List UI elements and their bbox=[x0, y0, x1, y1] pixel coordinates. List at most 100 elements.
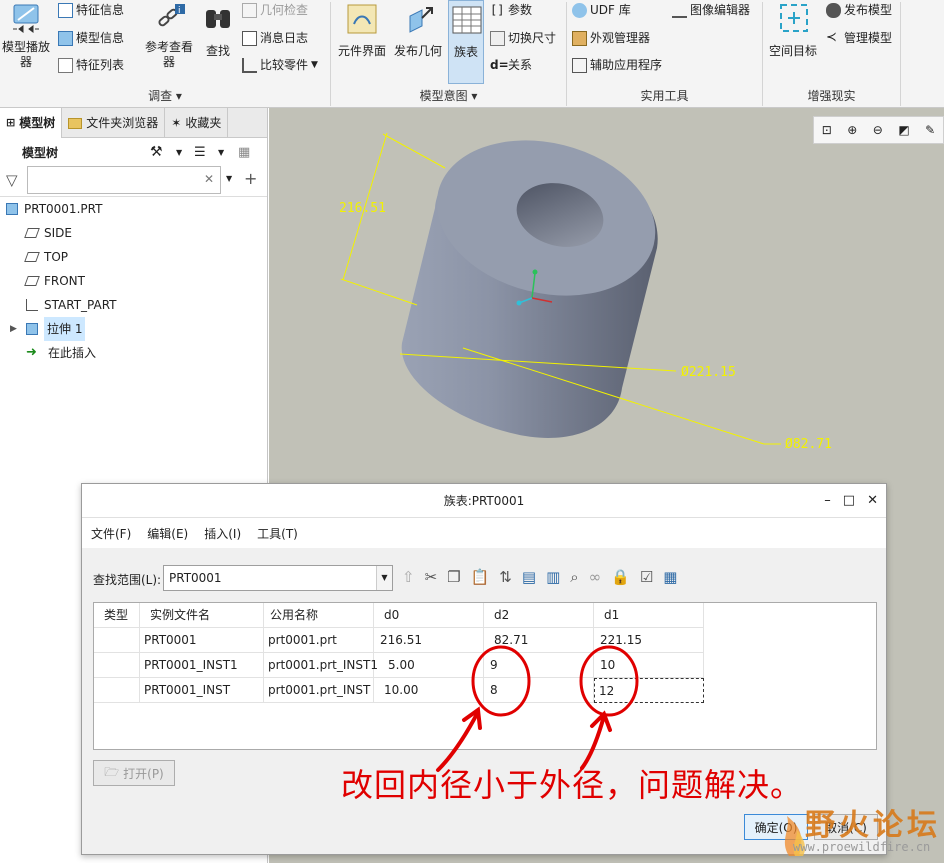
tree-filter-input[interactable] bbox=[27, 166, 221, 194]
model-info-button[interactable]: 模型信息 bbox=[58, 29, 124, 47]
message-log-icon bbox=[242, 30, 257, 46]
lock-icon[interactable]: 🔒 bbox=[611, 568, 630, 586]
appearance-manager-button[interactable]: 外观管理器 bbox=[572, 29, 650, 47]
up-level-icon[interactable]: ⇧ bbox=[402, 568, 415, 586]
tab-favorites[interactable]: ✶ 收藏夹 bbox=[165, 108, 229, 138]
glasses-icon[interactable]: ∞ bbox=[589, 568, 602, 586]
auxiliary-apps-button[interactable]: 辅助应用程序 bbox=[572, 56, 662, 74]
chevron-down-icon[interactable]: ▼ bbox=[226, 174, 232, 183]
tools-icon[interactable]: ⚒ bbox=[150, 144, 163, 160]
add-icon[interactable]: + bbox=[244, 169, 257, 188]
minimize-icon[interactable]: – bbox=[824, 484, 831, 518]
scope-select[interactable]: PRT0001 ▼ bbox=[163, 565, 393, 591]
maximize-icon[interactable]: □ bbox=[843, 484, 855, 518]
table-cell[interactable] bbox=[94, 653, 140, 678]
table-cell-editing[interactable]: 12 bbox=[594, 678, 704, 703]
column-header-type[interactable]: 类型 bbox=[94, 603, 140, 628]
dimension-inner-diameter[interactable]: Ø82.71 bbox=[785, 437, 832, 452]
tree-item-extrude[interactable]: ▶ 拉伸 1 bbox=[0, 317, 267, 341]
compare-parts-icon bbox=[242, 57, 257, 73]
table-cell[interactable]: PRT0001 bbox=[140, 628, 264, 653]
expand-arrow-icon[interactable]: ▶ bbox=[10, 317, 26, 341]
image-editor-button[interactable]: 图像编辑器 bbox=[672, 1, 750, 19]
publish-model-button[interactable]: 发布模型 bbox=[826, 1, 892, 19]
table-cell[interactable]: PRT0001_INST1 bbox=[140, 653, 264, 678]
binoculars-icon[interactable]: ⌕ bbox=[570, 568, 578, 586]
table-cell[interactable]: 8 bbox=[484, 678, 594, 703]
find-button[interactable]: 查找 bbox=[200, 0, 236, 59]
scope-value: PRT0001 bbox=[169, 571, 222, 585]
message-log-button[interactable]: 消息日志 bbox=[242, 29, 308, 47]
table-cell[interactable] bbox=[94, 678, 140, 703]
column-header-common-name[interactable]: 公用名称 bbox=[264, 603, 374, 628]
table-cell[interactable]: prt0001.prt bbox=[264, 628, 374, 653]
component-interface-button[interactable]: 元件界面 bbox=[336, 0, 388, 59]
reference-viewer-button[interactable]: i 参考查看器 bbox=[140, 0, 198, 70]
family-table-button[interactable]: 族表 bbox=[448, 0, 484, 84]
tree-icon[interactable]: ▤ bbox=[522, 568, 536, 586]
tree-item-front[interactable]: FRONT bbox=[0, 269, 267, 293]
cut-icon[interactable]: ✂ bbox=[425, 568, 438, 586]
menu-file[interactable]: 文件(F) bbox=[91, 525, 131, 542]
model-player-button[interactable]: 模型播放器 bbox=[0, 0, 52, 70]
table-cell[interactable]: 216.51 bbox=[374, 628, 484, 653]
ribbon: 模型播放器 特征信息 模型信息 特征列表 i 参考查看器 查找 几何检查 消息日… bbox=[0, 0, 944, 108]
menu-tools[interactable]: 工具(T) bbox=[257, 525, 298, 542]
relations-button[interactable]: d= 关系 bbox=[490, 56, 532, 74]
filter-icon[interactable]: ▽ bbox=[6, 171, 18, 189]
open-button[interactable]: 🗁 打开(P) bbox=[93, 760, 175, 786]
dialog-title: 族表:PRT0001 bbox=[443, 494, 525, 508]
tree-columns-icon[interactable]: ▦ bbox=[238, 145, 250, 160]
table-cell[interactable]: 5.00 bbox=[374, 653, 484, 678]
tree-item-insert-here[interactable]: ➜ 在此插入 bbox=[0, 341, 267, 365]
braces-icon: [] bbox=[490, 3, 505, 17]
feature-info-button[interactable]: 特征信息 bbox=[58, 1, 124, 19]
publish-geometry-button[interactable]: 发布几何 bbox=[392, 0, 444, 59]
table-cell[interactable]: prt0001.prt_INST1 bbox=[264, 653, 378, 678]
column-header-instance[interactable]: 实例文件名 bbox=[140, 603, 264, 628]
switch-dimensions-button[interactable]: 切换尺寸 bbox=[490, 29, 556, 47]
group-model-intent[interactable]: 模型意图 ▾ bbox=[331, 86, 566, 106]
tree-item-top[interactable]: TOP bbox=[0, 245, 267, 269]
dimension-height[interactable]: 216.51 bbox=[339, 201, 386, 216]
chevron-down-icon[interactable]: ▼ bbox=[218, 148, 224, 157]
group-investigate[interactable]: 调查 ▾ bbox=[0, 86, 330, 106]
table-cell[interactable]: PRT0001_INST bbox=[140, 678, 264, 703]
spatial-target-button[interactable]: 空间目标 bbox=[765, 0, 821, 59]
settings-list-icon[interactable]: ☰ bbox=[194, 145, 206, 160]
tree-item-start-part[interactable]: START_PART bbox=[0, 293, 267, 317]
table-cell[interactable]: prt0001.prt_INST bbox=[264, 678, 374, 703]
udf-library-button[interactable]: UDF 库 bbox=[572, 1, 631, 19]
tab-folder-browser[interactable]: 文件夹浏览器 bbox=[62, 108, 166, 138]
paste-icon[interactable]: 📋 bbox=[471, 568, 490, 586]
tree-item-side[interactable]: SIDE bbox=[0, 221, 267, 245]
tree-item-part[interactable]: PRT0001.PRT bbox=[0, 197, 267, 221]
table-cell[interactable]: 9 bbox=[484, 653, 594, 678]
verify-icon[interactable]: ☑ bbox=[640, 568, 653, 586]
table-cell[interactable]: 10 bbox=[594, 653, 704, 678]
column-header-d0[interactable]: d0 bbox=[374, 603, 484, 628]
parameters-button[interactable]: [] 参数 bbox=[490, 1, 532, 19]
column-header-d1[interactable]: d1 bbox=[594, 603, 704, 628]
column-insert-icon[interactable]: ▥ bbox=[546, 568, 560, 586]
feature-list-button[interactable]: 特征列表 bbox=[58, 56, 124, 74]
table-icon[interactable]: ▦ bbox=[663, 568, 677, 586]
table-cell[interactable] bbox=[94, 628, 140, 653]
copy-icon[interactable]: ❐ bbox=[447, 568, 460, 586]
table-cell[interactable]: 82.71 bbox=[484, 628, 594, 653]
clear-icon[interactable]: ✕ bbox=[204, 172, 214, 186]
table-cell[interactable]: 221.15 bbox=[594, 628, 704, 653]
tab-model-tree[interactable]: ⊞ 模型树 bbox=[0, 108, 63, 138]
menu-edit[interactable]: 编辑(E) bbox=[147, 525, 188, 542]
menu-insert[interactable]: 插入(I) bbox=[204, 525, 241, 542]
chevron-down-icon[interactable]: ▼ bbox=[176, 148, 182, 157]
geometry-check-button[interactable]: 几何检查 bbox=[242, 1, 308, 19]
sort-icon[interactable]: ⇅ bbox=[499, 568, 512, 586]
dimension-outer-diameter[interactable]: Ø221.15 bbox=[681, 365, 736, 380]
table-cell[interactable]: 10.00 bbox=[374, 678, 484, 703]
chevron-down-icon[interactable]: ▼ bbox=[376, 566, 392, 590]
column-header-d2[interactable]: d2 bbox=[484, 603, 594, 628]
manage-model-button[interactable]: ≺ 管理模型 bbox=[826, 29, 892, 47]
compare-parts-button[interactable]: 比较零件 ▼ bbox=[242, 56, 318, 74]
close-icon[interactable]: ✕ bbox=[867, 484, 878, 518]
